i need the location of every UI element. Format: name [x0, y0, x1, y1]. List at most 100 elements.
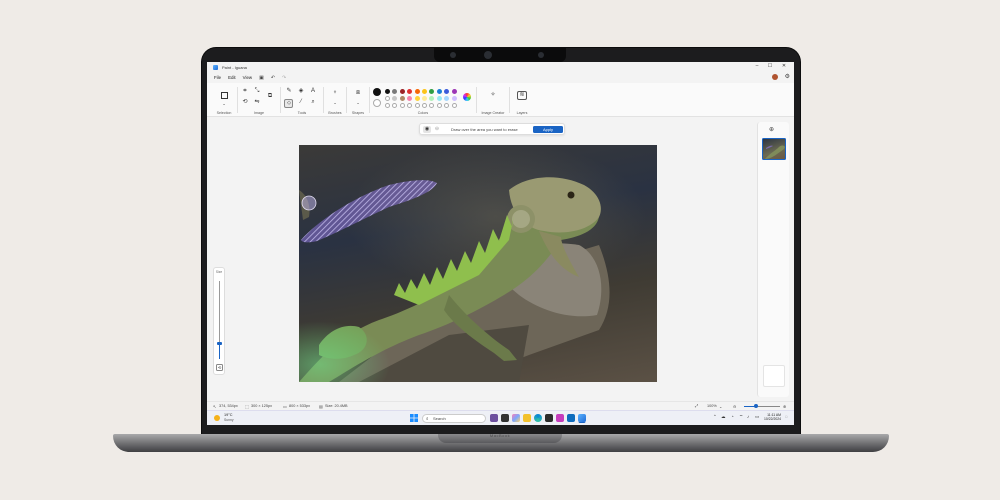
store-app-icon[interactable] [545, 414, 553, 422]
color-swatch[interactable] [407, 96, 413, 101]
color-swatch[interactable] [385, 96, 390, 101]
copilot-app-icon[interactable] [490, 414, 498, 422]
undo-icon[interactable]: ↶ [271, 75, 275, 81]
network-icon[interactable]: ◔ [731, 414, 734, 419]
custom-color-slot[interactable] [451, 103, 457, 108]
settings-gear-icon[interactable]: ⚙ [785, 73, 790, 80]
account-avatar[interactable] [772, 74, 778, 80]
custom-color-slot[interactable] [407, 103, 413, 108]
slider-thumb[interactable] [217, 342, 222, 345]
color-swatch[interactable] [422, 89, 427, 94]
color-swatch[interactable] [385, 89, 390, 94]
eraser-icon[interactable]: ◇ [285, 100, 293, 107]
zoom-slider-thumb[interactable] [754, 404, 758, 408]
chevron-up-icon[interactable]: ⌃ [713, 414, 717, 420]
fit-to-window-icon[interactable]: ⤢ [695, 404, 698, 408]
outlook-app-icon[interactable] [567, 414, 575, 422]
wifi-icon[interactable]: ⌔ [739, 414, 743, 420]
redo-icon[interactable]: ↷ [282, 75, 286, 81]
custom-color-slot[interactable] [414, 103, 420, 108]
custom-color-slot[interactable] [436, 103, 442, 108]
color-swatch[interactable] [414, 96, 420, 101]
remove-background-icon[interactable]: ⧉ [266, 93, 274, 100]
weather-temperature[interactable]: 19°C [224, 413, 232, 417]
fill-bucket-icon[interactable]: ◈ [297, 88, 305, 95]
flip-icon[interactable]: ⇋ [253, 99, 261, 106]
save-icon[interactable]: ▣ [259, 75, 264, 81]
zoom-level[interactable]: 100% [707, 404, 717, 408]
custom-color-slot[interactable] [429, 103, 435, 108]
layer-thumbnail[interactable] [762, 138, 786, 160]
battery-icon[interactable]: ▭ [755, 414, 759, 420]
maximize-icon[interactable]: ☐ [765, 63, 775, 69]
reset-size-icon[interactable]: ⟲ [216, 364, 223, 371]
custom-color-slot[interactable] [385, 103, 390, 108]
task-view-icon[interactable] [501, 414, 509, 422]
pencil-icon[interactable]: ✎ [285, 88, 293, 95]
color-swatch[interactable] [451, 89, 457, 94]
color-swatch[interactable] [392, 96, 398, 101]
color-swatch[interactable] [451, 96, 457, 101]
minimize-icon[interactable]: – [752, 63, 762, 69]
color-swatch[interactable] [399, 89, 405, 94]
chevron-down-icon[interactable]: ⌄ [719, 404, 722, 409]
color-swatch[interactable] [392, 89, 398, 94]
color-swatch[interactable] [436, 96, 442, 101]
custom-color-slot[interactable] [422, 103, 427, 108]
brush-icon[interactable]: ♆ [331, 90, 339, 97]
windows-start-icon[interactable] [410, 414, 418, 422]
text-tool-icon[interactable]: A [309, 88, 317, 95]
color-swatch[interactable] [444, 96, 450, 101]
custom-color-slot[interactable] [399, 103, 405, 108]
chevron-down-icon[interactable]: ⌄ [331, 99, 339, 106]
resize-icon[interactable]: ⤡ [253, 88, 261, 95]
chevron-down-icon[interactable]: ⌄ [220, 100, 228, 107]
menu-view[interactable]: View [243, 75, 252, 80]
crop-icon[interactable]: ⌗ [241, 88, 249, 95]
eraser-mode-icon[interactable]: ⊖ [433, 126, 441, 133]
weather-description[interactable]: Sunny [224, 418, 234, 422]
close-icon[interactable]: ✕ [779, 63, 789, 69]
color-swatch[interactable] [414, 89, 420, 94]
notification-bell-icon[interactable]: ◌ [785, 414, 788, 419]
file-explorer-icon[interactable] [523, 414, 531, 422]
iguana-photo[interactable] [299, 145, 657, 382]
zoom-out-icon[interactable]: ⊖ [733, 404, 736, 409]
volume-icon[interactable]: ♪ [747, 414, 749, 419]
weather-sun-icon[interactable] [214, 415, 220, 421]
image-creator-icon[interactable]: ✧ [489, 92, 497, 99]
apply-button[interactable]: Apply [533, 126, 563, 133]
cloud-icon[interactable]: ☁ [721, 414, 726, 420]
edge-browser-icon[interactable] [534, 414, 542, 422]
paint-taskbar-icon[interactable] [578, 414, 586, 422]
rotate-icon[interactable]: ⟲ [241, 99, 249, 106]
color-swatch[interactable] [429, 96, 435, 101]
color-swatch[interactable] [429, 89, 435, 94]
shapes-icon[interactable]: ⧈ [354, 90, 362, 97]
magnifier-icon[interactable]: ⌕ [309, 99, 317, 106]
color-swatch[interactable] [407, 89, 413, 94]
primary-color[interactable] [373, 88, 381, 96]
color-swatch[interactable] [422, 96, 427, 101]
color-swatch[interactable] [444, 89, 450, 94]
add-layer-icon[interactable]: ⊕ [769, 126, 774, 133]
color-picker-icon[interactable]: ⁄ [297, 99, 305, 106]
brush-mode-icon[interactable]: ◉ [423, 126, 431, 133]
menu-file[interactable]: File [214, 75, 221, 80]
secondary-color[interactable] [373, 99, 381, 107]
taskbar-search[interactable]: ⌕ Search [422, 414, 486, 423]
edit-colors-icon[interactable] [463, 93, 471, 101]
custom-color-slot[interactable] [392, 103, 398, 108]
layer-blank-canvas[interactable] [763, 365, 785, 387]
color-swatch[interactable] [436, 89, 442, 94]
zoom-in-icon[interactable]: ⊕ [783, 404, 786, 409]
system-clock[interactable]: 11:11 AM 10/22/2024 [763, 413, 781, 421]
selection-tool-icon[interactable] [221, 92, 228, 99]
chevron-down-icon[interactable]: ⌄ [354, 99, 362, 106]
brush-size-slider[interactable]: Size ⟲ [213, 267, 225, 375]
teams-app-icon[interactable] [556, 414, 564, 422]
copilot-icon[interactable] [512, 414, 520, 422]
custom-color-slot[interactable] [444, 103, 450, 108]
color-swatch[interactable] [399, 96, 405, 101]
menu-edit[interactable]: Edit [228, 75, 236, 80]
